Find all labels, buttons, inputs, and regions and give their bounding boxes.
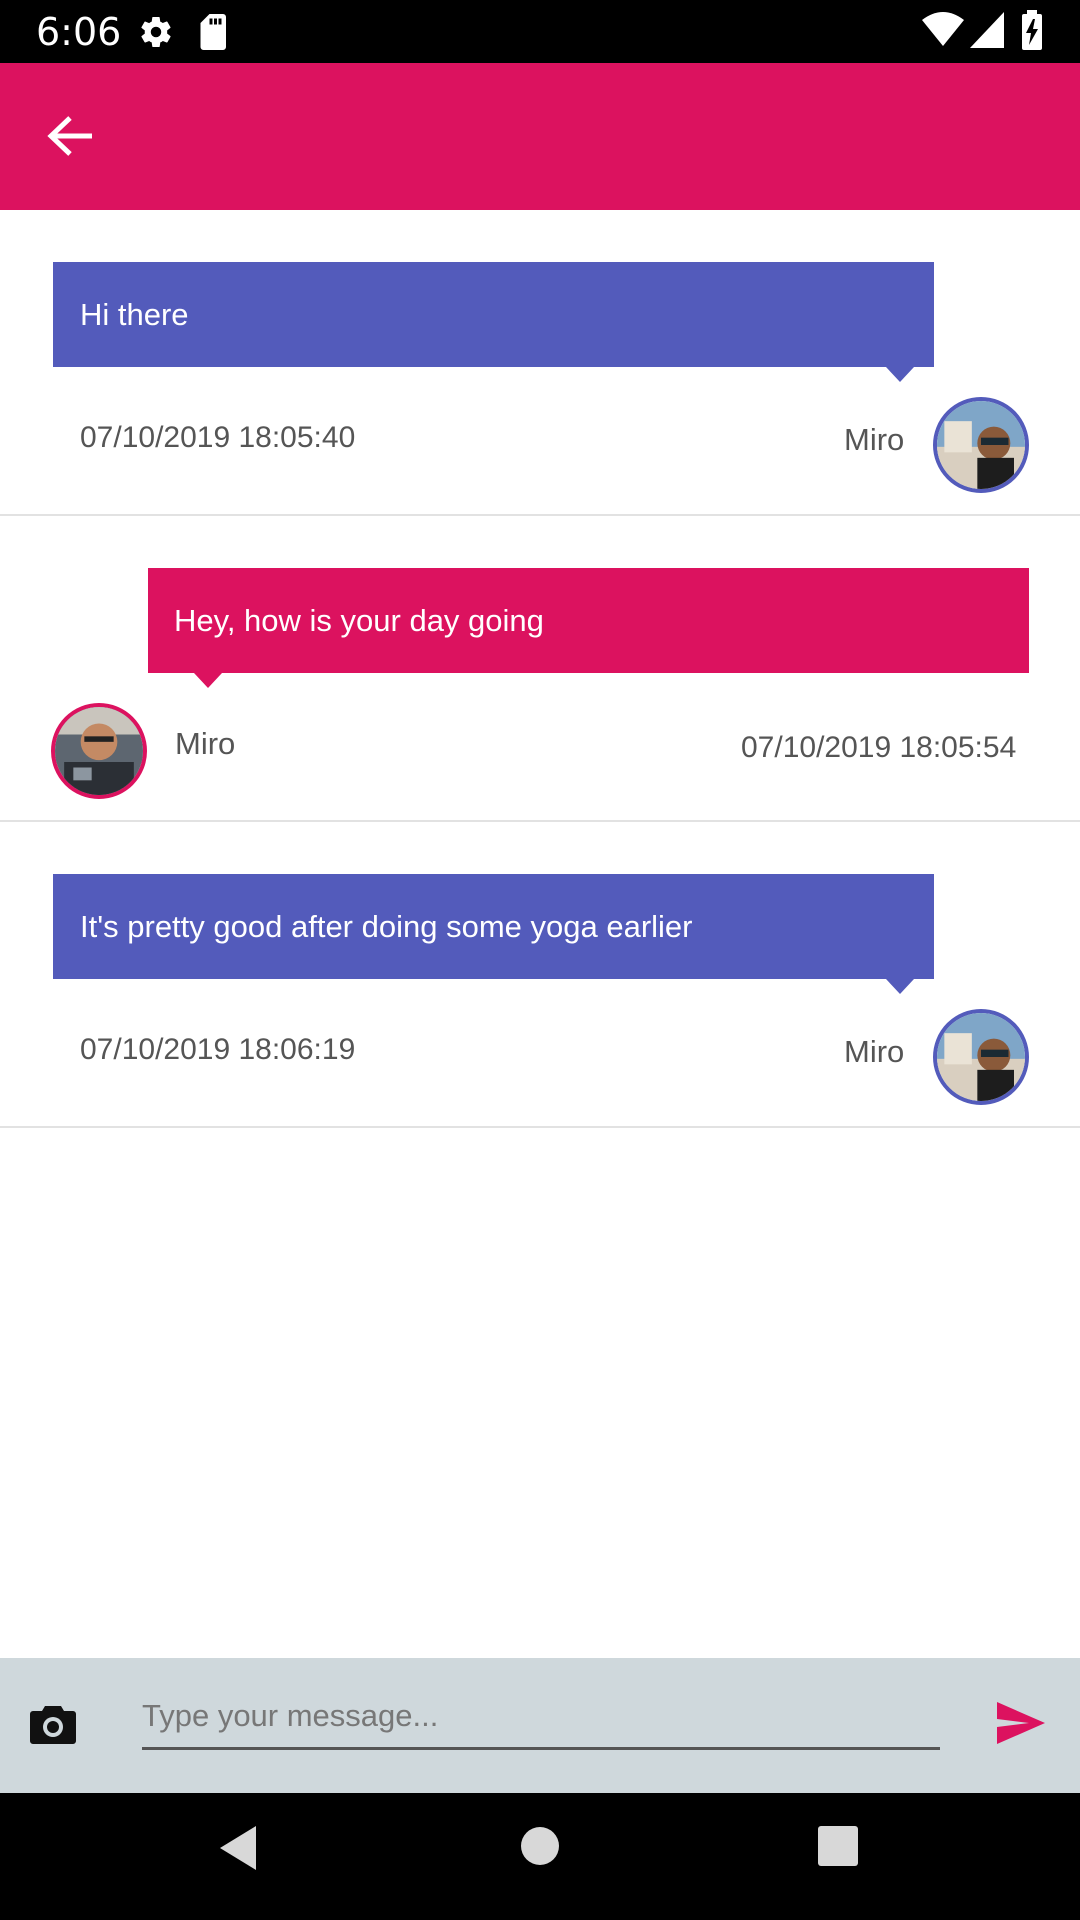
bubble-tail <box>886 367 914 382</box>
recents-square-icon[interactable] <box>817 1825 859 1872</box>
message-bubble[interactable]: Hi there <box>53 262 934 367</box>
settings-gear-icon <box>138 14 174 55</box>
system-nav-bar <box>0 1793 1080 1920</box>
send-icon <box>995 1702 1047 1750</box>
message-bubble[interactable]: Hey, how is your day going <box>148 568 1029 673</box>
sender-name: Miro <box>844 1034 905 1069</box>
wifi-icon <box>922 12 964 53</box>
cellular-signal-icon <box>970 12 1004 53</box>
status-time: 6:06 <box>36 10 122 54</box>
back-triangle-icon[interactable] <box>216 1823 260 1878</box>
camera-icon <box>22 1706 77 1750</box>
message-item: Hi there 07/10/2019 18:05:40 Miro <box>0 210 1080 516</box>
sender-name: Miro <box>175 726 236 761</box>
message-composer <box>0 1658 1080 1793</box>
bubble-tail <box>886 979 914 994</box>
message-item: Hey, how is your day going Miro 07/10/20… <box>0 516 1080 822</box>
message-timestamp: 07/10/2019 18:05:40 <box>80 421 356 454</box>
message-input[interactable] <box>142 1688 940 1750</box>
send-button[interactable] <box>995 1700 1051 1752</box>
app-bar <box>0 63 1080 210</box>
camera-button[interactable] <box>22 1698 84 1754</box>
battery-charging-icon <box>1020 10 1044 55</box>
message-text: Hi there <box>80 297 189 332</box>
message-item: It's pretty good after doing some yoga e… <box>0 822 1080 1128</box>
sd-card-icon <box>198 14 230 55</box>
avatar[interactable] <box>933 397 1029 493</box>
message-text: Hey, how is your day going <box>174 603 544 638</box>
sender-name: Miro <box>844 422 905 457</box>
message-timestamp: 07/10/2019 18:05:54 <box>741 731 1017 764</box>
avatar[interactable] <box>51 703 147 799</box>
avatar[interactable] <box>933 1009 1029 1105</box>
home-circle-icon[interactable] <box>520 1826 560 1871</box>
arrow-back-icon <box>46 114 94 163</box>
message-text: It's pretty good after doing some yoga e… <box>80 909 693 944</box>
message-bubble[interactable]: It's pretty good after doing some yoga e… <box>53 874 934 979</box>
message-timestamp: 07/10/2019 18:06:19 <box>80 1033 356 1066</box>
back-button[interactable] <box>30 103 110 173</box>
status-bar: 6:06 <box>0 0 1080 63</box>
bubble-tail <box>194 673 222 688</box>
